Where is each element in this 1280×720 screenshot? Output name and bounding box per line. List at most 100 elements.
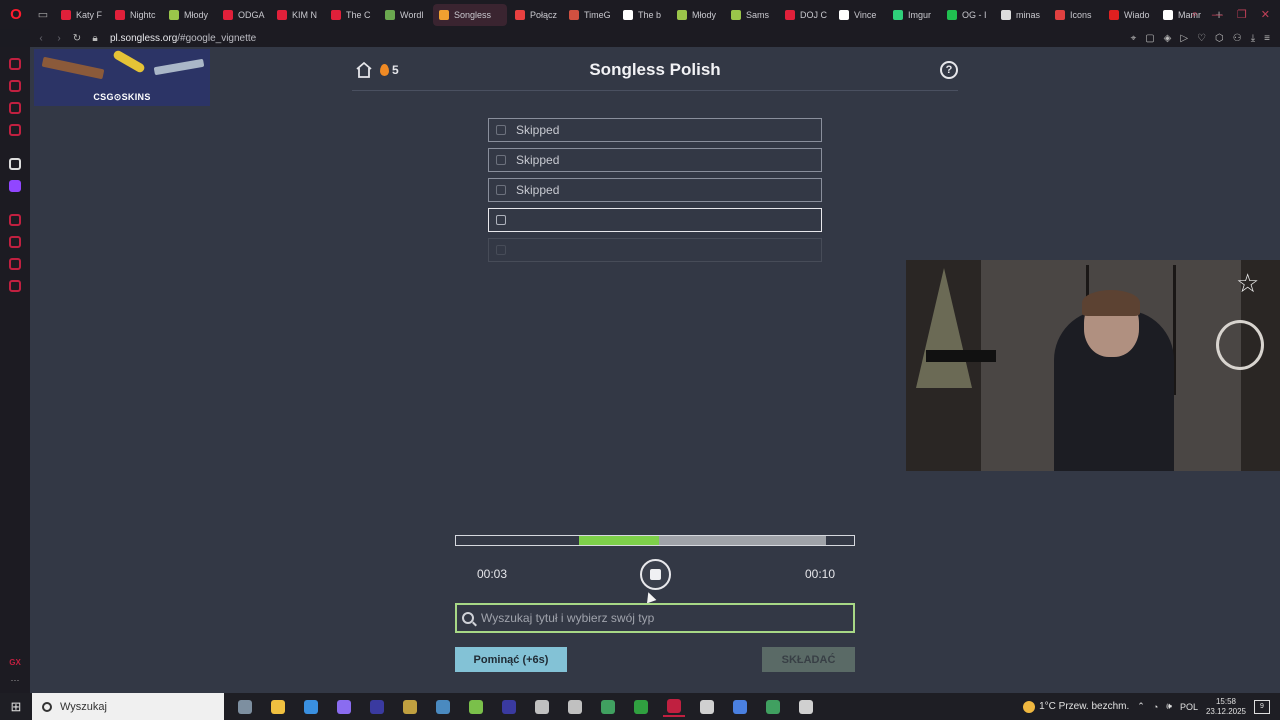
browser-tab[interactable]: Wiado — [1103, 4, 1155, 26]
heart-icon[interactable]: ♡ — [1197, 33, 1206, 44]
shield-icon[interactable]: ◈ — [1164, 33, 1172, 44]
guess-checkbox-icon — [496, 155, 506, 165]
submit-button[interactable]: SKŁADAĆ — [762, 647, 855, 672]
browser-tab[interactable]: Imgur — [887, 4, 939, 26]
taskbar-app-icon[interactable] — [663, 697, 685, 717]
tab-label: KIM N — [292, 9, 318, 20]
taskbar-app-icon[interactable] — [762, 697, 784, 717]
download-icon[interactable]: ⤓ — [1251, 33, 1255, 44]
browser-tab[interactable]: TimeG — [563, 4, 615, 26]
taskbar-app-icon[interactable] — [267, 697, 289, 717]
taskbar-search[interactable]: Wyszukaj — [32, 693, 224, 720]
tab-favicon-icon — [515, 9, 525, 20]
tray-expand-icon[interactable]: ⌃ — [1137, 701, 1145, 712]
menu-icon[interactable]: ≡ — [1264, 33, 1270, 44]
history-icon[interactable] — [9, 236, 21, 248]
windows-start-icon[interactable]: ⊞ — [0, 699, 32, 715]
ad-banner[interactable]: CSG⊙SKINS — [34, 49, 210, 106]
toolbar-icons: ⌖ ▢ ◈ ▷ ♡ ⬡ ⚇ ⤓ ≡ — [1131, 33, 1270, 44]
opera-logo-icon[interactable]: O — [0, 0, 32, 29]
browser-tab[interactable]: The C — [325, 4, 377, 26]
settings-icon[interactable] — [9, 280, 21, 292]
browser-tab[interactable]: OG - I — [941, 4, 993, 26]
news-icon[interactable] — [9, 124, 21, 136]
browser-tab[interactable]: KIM N — [271, 4, 323, 26]
taskbar-app-icon[interactable] — [729, 697, 751, 717]
extensions-sidebar-icon[interactable] — [9, 258, 21, 270]
taskbar-app-icon[interactable] — [597, 697, 619, 717]
weather-icon — [1023, 700, 1036, 713]
stop-icon — [650, 569, 661, 580]
browser-tab[interactable]: Sams — [725, 4, 777, 26]
browser-tab[interactable]: Icons — [1049, 4, 1101, 26]
browser-tab[interactable]: Młody — [671, 4, 723, 26]
guess-checkbox-icon — [496, 125, 506, 135]
browser-tab[interactable]: Połącz — [509, 4, 561, 26]
guess-slot: Skipped — [488, 148, 822, 172]
snapshot-icon[interactable]: ▢ — [1145, 33, 1154, 44]
browser-tab[interactable]: Nightc — [109, 4, 161, 26]
christmas-tree — [916, 268, 972, 388]
taskbar-app-icon[interactable] — [234, 697, 256, 717]
skip-button[interactable]: Pominąć (+6s) — [455, 647, 567, 672]
browser-tab[interactable]: DOJ C — [779, 4, 831, 26]
lang-indicator[interactable]: POL — [1180, 702, 1198, 712]
tab-favicon-icon — [1055, 9, 1065, 20]
weather-widget[interactable]: 1°C Przew. bezchm. — [1023, 700, 1129, 713]
browser-tab[interactable]: The b — [617, 4, 669, 26]
taskbar-app-icon[interactable] — [300, 697, 322, 717]
taskbar-apps — [234, 697, 817, 717]
extensions-icon[interactable]: ⬡ — [1215, 33, 1224, 44]
tab-overview-icon[interactable]: ▭ — [32, 0, 54, 29]
notification-icon[interactable]: 9 — [1254, 699, 1270, 714]
taskbar-app-icon[interactable] — [696, 697, 718, 717]
play-icon[interactable]: ▷ — [1180, 33, 1188, 44]
help-icon[interactable]: ? — [940, 61, 958, 79]
reload-icon[interactable]: ↻ — [70, 33, 84, 44]
more-icon[interactable]: ··· — [11, 675, 20, 685]
clock[interactable]: 15:58 23.12.2025 — [1206, 697, 1246, 717]
sniper-image — [153, 58, 205, 76]
gx-corner-icon[interactable] — [9, 58, 21, 70]
aria-icon[interactable] — [9, 158, 21, 170]
streamer-hair — [1082, 290, 1140, 316]
close-icon[interactable]: ✕ — [1261, 8, 1270, 21]
url-field[interactable]: pl.songless.org/#google_vignette — [110, 33, 256, 44]
gx-store-icon[interactable] — [9, 80, 21, 92]
browser-tab[interactable]: Songless — [433, 3, 507, 26]
taskbar-app-icon[interactable] — [399, 697, 421, 717]
star-decoration-icon: ☆ — [1236, 268, 1260, 298]
account-icon[interactable]: ⚇ — [1233, 33, 1242, 44]
network-icon[interactable]: ◔ — [1153, 702, 1158, 712]
taskbar-app-icon[interactable] — [432, 697, 454, 717]
taskbar-app-icon[interactable] — [498, 697, 520, 717]
browser-tab[interactable]: Vince — [833, 4, 885, 26]
pin-icon[interactable]: ⌖ — [1131, 33, 1137, 44]
player-icon[interactable] — [9, 214, 21, 226]
taskbar-app-icon[interactable] — [366, 697, 388, 717]
stop-button[interactable] — [640, 559, 671, 590]
taskbar-app-icon[interactable] — [333, 697, 355, 717]
browser-tab[interactable]: Katy F — [55, 4, 107, 26]
total-time: 00:10 — [805, 567, 836, 581]
minimize-icon[interactable]: — — [1212, 9, 1223, 21]
twitch-icon[interactable] — [9, 180, 21, 192]
maximize-icon[interactable]: ❐ — [1237, 8, 1247, 21]
forward-icon[interactable]: › — [52, 33, 66, 44]
page-content: CSG⊙SKINS 5 Songless Polish ? Skipped Ski… — [30, 47, 1280, 693]
messenger-icon[interactable] — [9, 102, 21, 114]
taskbar-app-icon[interactable] — [531, 697, 553, 717]
browser-tab[interactable]: ODGA — [217, 4, 269, 26]
browser-tab[interactable]: Młody — [163, 4, 215, 26]
taskbar-app-icon[interactable] — [630, 697, 652, 717]
taskbar-app-icon[interactable] — [564, 697, 586, 717]
search-input[interactable] — [481, 611, 853, 625]
browser-tab[interactable]: minas — [995, 4, 1047, 26]
taskbar-app-icon[interactable] — [465, 697, 487, 717]
browser-tab[interactable]: Wordl — [379, 4, 431, 26]
search-tabs-icon[interactable]: ⌕ — [1192, 8, 1198, 21]
back-icon[interactable]: ‹ — [34, 33, 48, 44]
taskbar-app-icon[interactable] — [795, 697, 817, 717]
volume-icon[interactable]: 🕪︎ — [1166, 701, 1172, 712]
gx-control-icon[interactable]: GX — [9, 658, 21, 667]
